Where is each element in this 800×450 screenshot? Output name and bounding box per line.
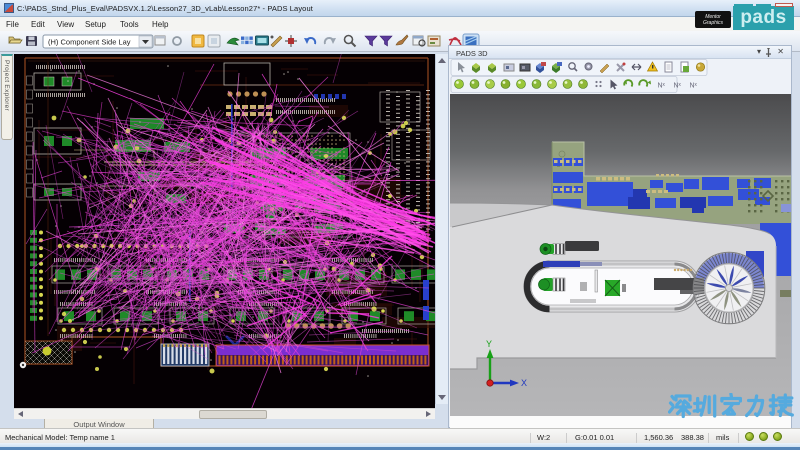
svg-text:(H) Component Side Lay: (H) Component Side Lay (48, 38, 131, 47)
svg-text:Y: Y (486, 339, 492, 349)
svg-text:Nˣ: Nˣ (674, 83, 682, 90)
svg-text:X: X (521, 378, 527, 388)
svg-text:Nˣ: Nˣ (658, 83, 666, 90)
svg-text:Nˣ: Nˣ (690, 83, 698, 90)
